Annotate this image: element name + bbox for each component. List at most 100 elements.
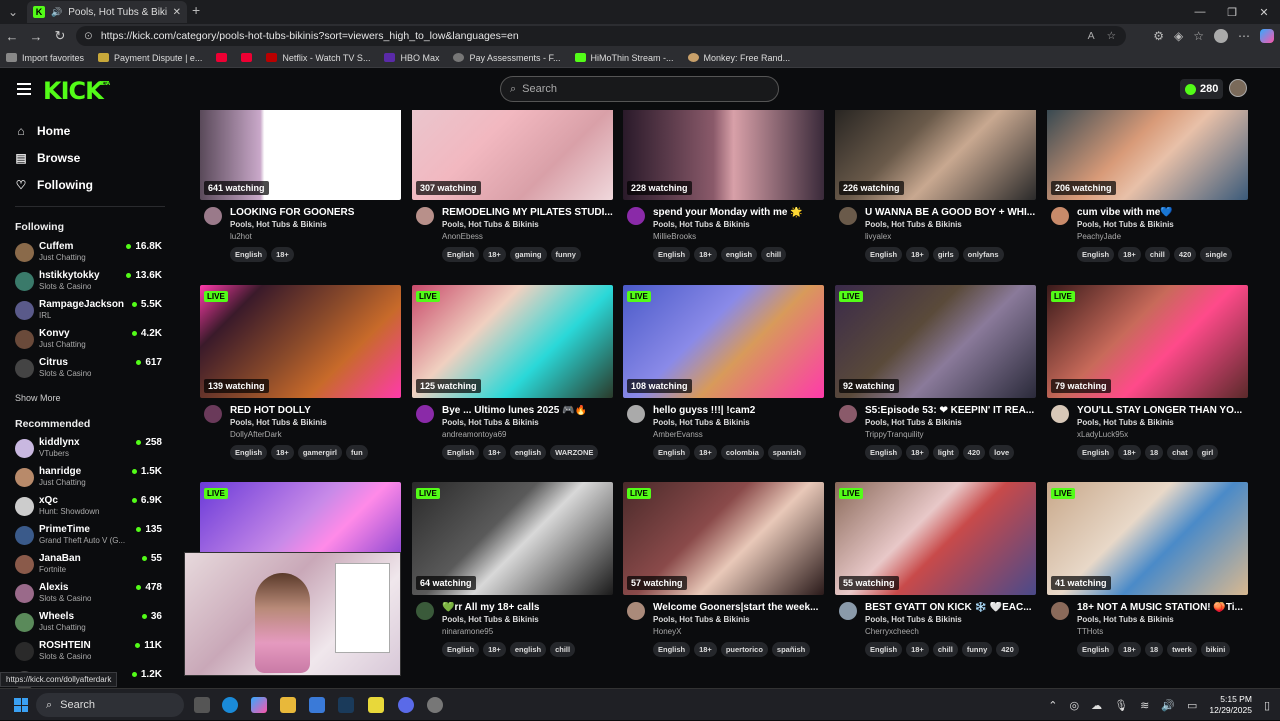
site-info-icon[interactable]: ⊙	[84, 30, 93, 42]
bookmark-youtube[interactable]	[216, 53, 228, 62]
streamer-avatar[interactable]	[1051, 207, 1069, 225]
tag[interactable]: funny	[550, 247, 581, 262]
tag[interactable]: English	[653, 445, 691, 460]
stream-title[interactable]: YOU'LL STAY LONGER THAN YO...	[1077, 405, 1249, 416]
streamer-name[interactable]: Cherryxcheech	[865, 627, 919, 636]
tag[interactable]: love	[989, 445, 1015, 460]
speaker-icon[interactable]: 🔊	[51, 7, 62, 18]
clock[interactable]: 5:15 PM 12/29/2025	[1209, 694, 1252, 716]
bookmark-netflix[interactable]: Netflix - Watch TV S...	[266, 53, 370, 63]
tag[interactable]: 18+	[694, 445, 717, 460]
stream-category[interactable]: Pools, Hot Tubs & Bikinis	[865, 220, 962, 229]
tag[interactable]: WARZONE	[550, 445, 599, 460]
nav-home[interactable]: ⌂ Home	[15, 124, 70, 138]
profile-icon[interactable]	[1214, 29, 1228, 43]
bookmark-himothin[interactable]: HiMoThin Stream -...	[574, 53, 674, 63]
tag[interactable]: girls	[932, 247, 959, 262]
stream-category[interactable]: Pools, Hot Tubs & Bikinis	[230, 220, 327, 229]
tag[interactable]: fun	[346, 445, 368, 460]
streamer-avatar[interactable]	[204, 207, 222, 225]
chevron-up-icon[interactable]: ⌃	[1048, 699, 1057, 712]
stream-thumbnail[interactable]: 206 watching	[1047, 110, 1248, 200]
tag[interactable]: english	[509, 445, 547, 460]
favorite-star-icon[interactable]: ☆	[1107, 30, 1116, 42]
tag[interactable]: 420	[962, 445, 986, 460]
stream-thumbnail[interactable]: LIVE 125 watching	[412, 285, 613, 398]
tag[interactable]: English	[442, 445, 480, 460]
streamer-avatar[interactable]	[839, 405, 857, 423]
stream-thumbnail[interactable]: LIVE 92 watching	[835, 285, 1036, 398]
store-icon[interactable]	[309, 697, 325, 713]
tag[interactable]: 18+	[483, 642, 506, 657]
stream-category[interactable]: Pools, Hot Tubs & Bikinis	[653, 418, 750, 427]
forward-icon[interactable]: →	[24, 29, 48, 44]
new-tab-icon[interactable]: +	[192, 2, 200, 18]
tag[interactable]: 18+	[694, 642, 717, 657]
streamer-name[interactable]: TrippyTranquility	[865, 430, 924, 439]
streamer-name[interactable]: AmberEvanss	[653, 430, 703, 439]
streamer-name[interactable]: AnonEbess	[442, 232, 483, 241]
tag[interactable]: english	[720, 247, 758, 262]
streamer-name[interactable]: andreamontoya69	[442, 430, 507, 439]
streamer-name[interactable]: MillieBrooks	[653, 232, 696, 241]
tag[interactable]: single	[1200, 247, 1233, 262]
tag[interactable]: chill	[1144, 247, 1170, 262]
tag[interactable]: 18+	[906, 445, 929, 460]
stream-title[interactable]: hello guyss !!!| !cam2	[653, 405, 825, 416]
sidebar-channel[interactable]: hstikkytokky Slots & Casino 13.6K	[15, 269, 162, 295]
stream-title[interactable]: spend your Monday with me 🌟	[653, 207, 825, 218]
streamer-avatar[interactable]	[627, 207, 645, 225]
restore-icon[interactable]: ❐	[1216, 0, 1248, 24]
tag[interactable]: girl	[1196, 445, 1219, 460]
volume-icon[interactable]: 🔊	[1161, 699, 1175, 712]
tag[interactable]: 18+	[906, 642, 929, 657]
tag[interactable]: English	[653, 642, 691, 657]
tag[interactable]: chill	[761, 247, 787, 262]
tag[interactable]: spanish	[767, 445, 807, 460]
cloud-icon[interactable]: ☁	[1091, 699, 1102, 712]
mic-icon[interactable]: 🎙	[1114, 699, 1128, 712]
tag[interactable]: english	[509, 642, 547, 657]
search-input[interactable]: ⌕ Search	[500, 76, 779, 102]
steam-icon[interactable]	[338, 697, 354, 713]
tag[interactable]: English	[865, 642, 903, 657]
tag[interactable]: English	[442, 247, 480, 262]
sidebar-channel[interactable]: RampageJackson IRL 5.5K	[15, 298, 162, 324]
tag[interactable]: 18+	[694, 247, 717, 262]
streamer-avatar[interactable]	[204, 405, 222, 423]
extensions-icon[interactable]: ⚙	[1153, 29, 1164, 43]
stream-thumbnail[interactable]: LIVE 139 watching	[200, 285, 401, 398]
task-view-icon[interactable]	[194, 697, 210, 713]
bookmark-pay[interactable]: Pay Assessments - F...	[453, 53, 561, 63]
kicks-balance-button[interactable]: 280	[1180, 79, 1224, 99]
sidebar-channel[interactable]: Wheels Just Chatting 36	[15, 610, 162, 636]
close-window-icon[interactable]: ✕	[1248, 0, 1280, 24]
copilot-icon[interactable]	[1260, 29, 1274, 43]
tag[interactable]: 18	[1144, 642, 1164, 657]
sidebar-channel[interactable]: kiddlynx VTubers 258	[15, 436, 162, 462]
wifi-icon[interactable]: ≋	[1140, 699, 1149, 712]
tag[interactable]: twerk	[1167, 642, 1197, 657]
bookmark-youtube-2[interactable]	[241, 53, 253, 62]
tag[interactable]: English	[865, 445, 903, 460]
stream-title[interactable]: U WANNA BE A GOOD BOY + WHI...	[865, 207, 1037, 218]
streamer-avatar[interactable]	[627, 405, 645, 423]
stream-category[interactable]: Pools, Hot Tubs & Bikinis	[1077, 615, 1174, 624]
tag[interactable]: 18+	[1118, 642, 1141, 657]
tag[interactable]: 18+	[483, 445, 506, 460]
sidebar-channel[interactable]: xQc Hunt: Showdown 6.9K	[15, 494, 162, 520]
stream-thumbnail[interactable]: LIVE 57 watching	[623, 482, 824, 595]
tag[interactable]: English	[1077, 445, 1115, 460]
streamer-name[interactable]: xLadyLuck95x	[1077, 430, 1128, 439]
active-tab[interactable]: K 🔊 Pools, Hot Tubs & Bikinis Str... ✕	[27, 1, 187, 23]
refresh-icon[interactable]: ↻	[48, 28, 72, 44]
nav-browse[interactable]: ▤ Browse	[15, 151, 80, 165]
streamer-name[interactable]: PeachyJade	[1077, 232, 1121, 241]
edge-icon[interactable]	[222, 697, 238, 713]
stream-thumbnail[interactable]: 228 watching	[623, 110, 824, 200]
tag[interactable]: English	[230, 445, 268, 460]
bookmark-payment[interactable]: Payment Dispute | e...	[98, 53, 202, 63]
notifications-icon[interactable]: ▯	[1264, 699, 1270, 712]
read-aloud-icon[interactable]: A	[1088, 30, 1095, 42]
streamer-avatar[interactable]	[416, 405, 434, 423]
